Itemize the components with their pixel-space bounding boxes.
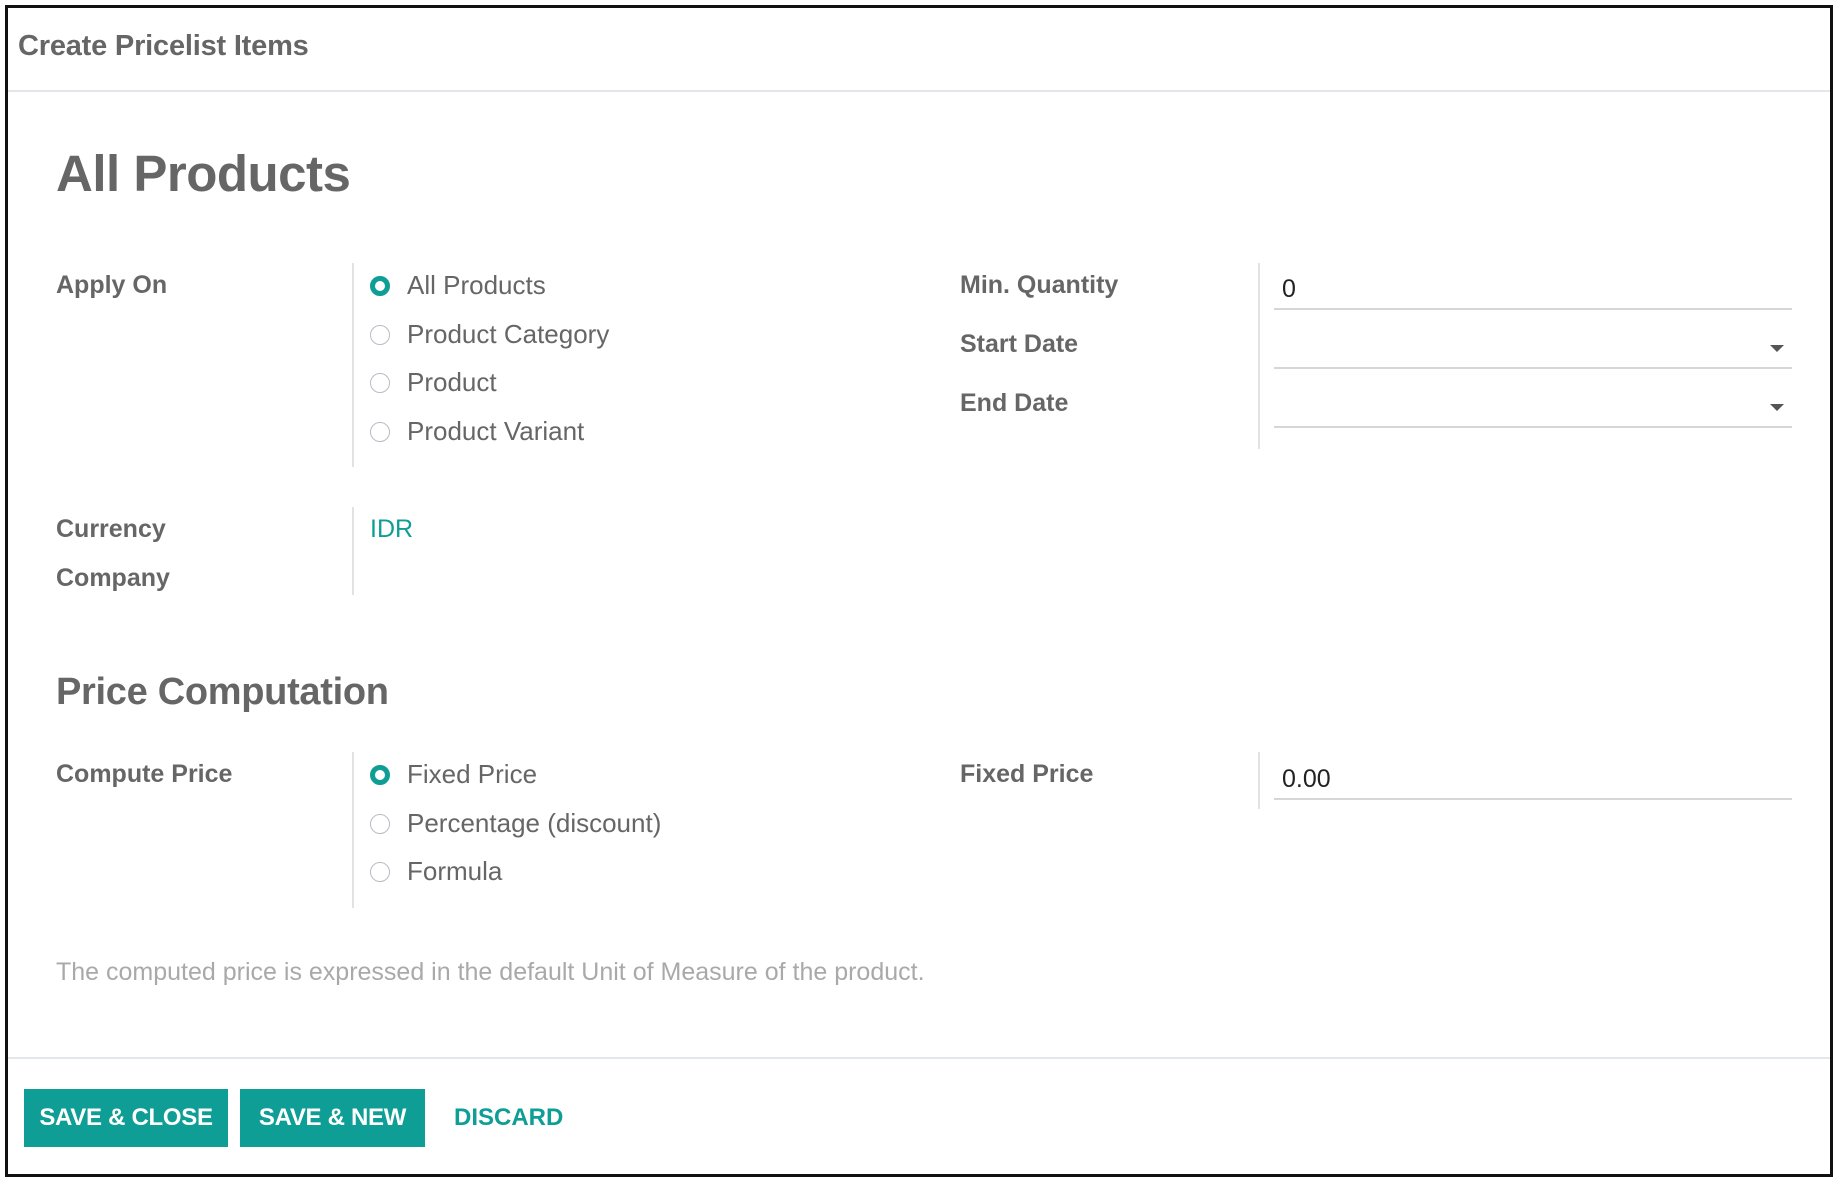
record-title: All Products [56,145,351,202]
start-date-input[interactable] [1274,325,1792,369]
start-date-label: Start Date [960,330,1079,358]
end-date-label: End Date [960,389,1069,417]
currency-divider [352,507,354,595]
radio-label: All Products [407,270,546,300]
radio-formula[interactable]: Formula [370,856,502,887]
radio-apply-product[interactable]: Product [370,367,497,398]
create-pricelist-items-dialog: Create Pricelist Items All Products Appl… [5,5,1833,1177]
price-computation-title: Price Computation [56,671,389,713]
radio-fixed-price[interactable]: Fixed Price [370,759,537,790]
discard-button[interactable]: DISCARD [454,1089,563,1147]
radio-apply-all-products[interactable]: All Products [370,270,546,301]
min-quantity-input[interactable] [1274,266,1792,310]
dates-divider [1258,263,1260,449]
end-date-input[interactable] [1274,384,1792,428]
currency-label: Currency [56,515,166,543]
caret-down-icon[interactable] [1770,345,1784,352]
apply-on-label: Apply On [56,271,168,299]
radio-unchecked-icon[interactable] [370,372,390,393]
radio-unchecked-icon[interactable] [370,324,390,345]
company-label: Company [56,564,170,592]
radio-label: Fixed Price [407,759,538,789]
radio-unchecked-icon[interactable] [370,813,390,834]
fixed-price-label: Fixed Price [960,760,1094,788]
radio-label: Percentage (discount) [407,808,662,838]
min-quantity-label: Min. Quantity [960,271,1119,299]
save-new-button[interactable]: SAVE & NEW [240,1089,425,1147]
radio-checked-icon[interactable] [370,764,390,785]
radio-unchecked-icon[interactable] [370,421,390,442]
dialog-title: Create Pricelist Items [18,30,309,62]
radio-unchecked-icon[interactable] [370,861,390,882]
apply-on-divider [352,263,354,467]
radio-percentage-discount[interactable]: Percentage (discount) [370,808,661,839]
compute-price-label: Compute Price [56,760,233,788]
radio-label: Product Category [407,319,610,349]
radio-checked-icon[interactable] [370,275,390,296]
radio-label: Formula [407,856,503,886]
uom-help-note: The computed price is expressed in the d… [56,958,925,986]
dialog-header: Create Pricelist Items [8,8,1830,92]
currency-link[interactable]: IDR [370,515,413,544]
radio-apply-product-variant[interactable]: Product Variant [370,416,584,447]
fixed-price-input[interactable] [1274,756,1792,800]
save-close-button[interactable]: SAVE & CLOSE [24,1089,228,1147]
compute-price-divider [352,752,354,908]
caret-down-icon[interactable] [1770,404,1784,411]
fixed-price-divider [1258,752,1260,809]
radio-label: Product [407,367,497,397]
radio-label: Product Variant [407,416,585,446]
radio-apply-product-category[interactable]: Product Category [370,319,609,350]
footer-divider [8,1057,1830,1059]
